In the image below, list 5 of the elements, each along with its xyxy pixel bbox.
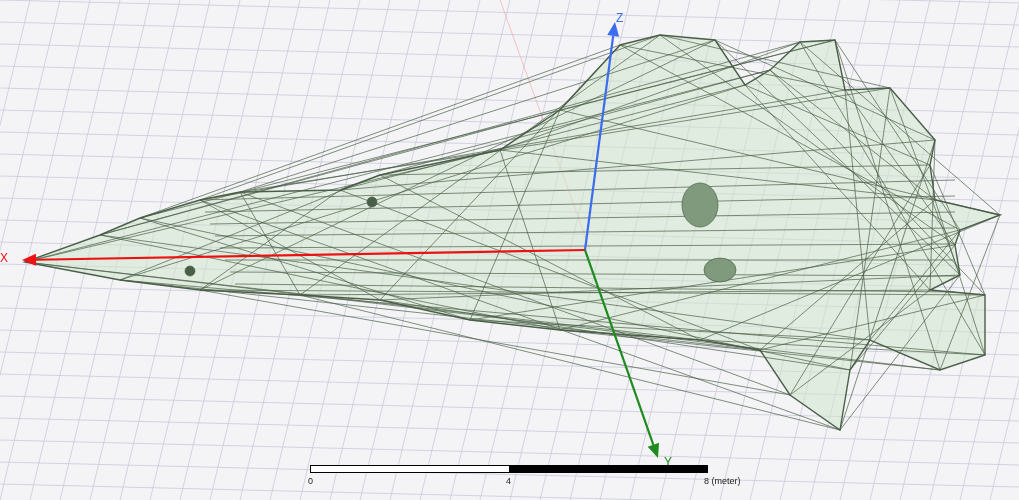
axis-label: Z bbox=[616, 12, 624, 24]
scale-label: 4 bbox=[506, 476, 511, 486]
axis-label: X bbox=[0, 252, 8, 264]
scale-label: 8 (meter) bbox=[704, 476, 741, 486]
scale-label: 0 bbox=[308, 476, 313, 486]
